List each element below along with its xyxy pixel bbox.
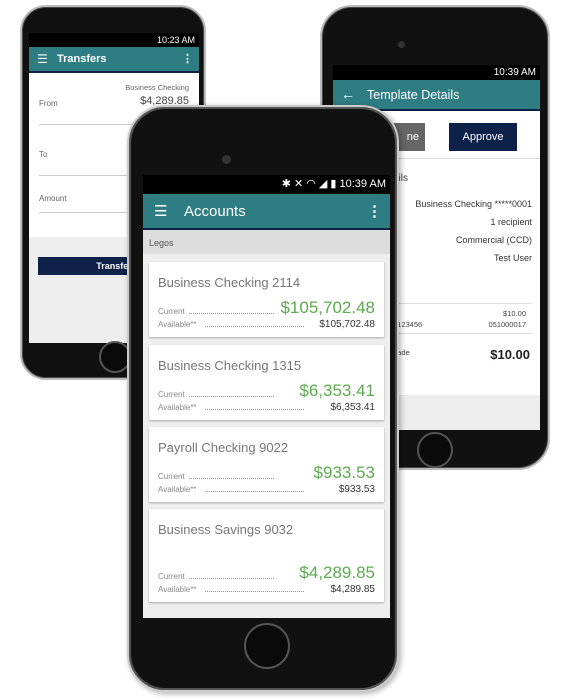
accounts-screen: ✱ ✕ ◠ ◢ ▮ 10:39 AM ☰ Accounts ⋮ Legos Bu… [143,175,390,618]
menu-icon[interactable]: ☰ [37,52,48,66]
dot-leader [189,478,274,479]
available-label: Available** [158,585,197,594]
detail-recipients: 1 recipient [490,217,532,227]
page-title: Accounts [184,203,246,220]
account-card[interactable]: Business Savings 9032 Current $4,289.85 … [149,509,384,602]
total-amount: $10.00 [490,347,530,362]
home-button[interactable] [244,623,290,669]
current-balance: $6,353.41 [299,381,375,400]
status-bar: 10:23 AM [29,33,199,47]
available-label: Available** [158,320,197,329]
account-card[interactable]: Business Checking 2114 Current $105,702.… [149,262,384,337]
status-bar: ✱ ✕ ◠ ◢ ▮ 10:39 AM [143,175,390,194]
recipient-amount: $10.00 [503,309,526,318]
phone-accounts: ✱ ✕ ◠ ◢ ▮ 10:39 AM ☰ Accounts ⋮ Legos Bu… [127,105,399,692]
current-balance: $105,702.48 [280,298,375,317]
dot-leader [189,578,274,579]
available-balance: $105,702.48 [319,319,375,330]
dot-leader [205,591,304,592]
app-header: ☰ Accounts ⋮ [143,194,390,230]
section-header: Legos [143,230,390,254]
status-time: 10:23 AM [156,35,195,45]
dot-leader [205,491,304,492]
page-title: Template Details [367,88,460,102]
current-label: Current [158,307,185,316]
back-arrow-icon[interactable]: ← [341,86,355,102]
amount-label[interactable]: Amount [39,194,67,203]
available-label: Available** [158,485,197,494]
more-icon[interactable]: ⋮ [367,202,382,220]
current-balance: $4,289.85 [299,563,375,582]
approve-button[interactable]: Approve [449,123,517,151]
account-name: Payroll Checking 9022 [158,440,289,455]
app-header: ☰ Transfers ⋮ [29,47,199,73]
detail-type: Commercial (CCD) [456,235,532,245]
dot-leader [189,396,274,397]
camera [398,41,405,48]
available-balance: $6,353.41 [330,402,376,413]
decline-label: ne [406,131,419,143]
detail-user: Test User [493,253,532,263]
account-card[interactable]: Business Checking 1315 Current $6,353.41… [149,345,384,420]
account-name: Business Checking 2114 [158,275,301,290]
current-balance: $933.53 [313,463,375,482]
menu-icon[interactable]: ☰ [154,202,167,220]
from-account[interactable]: Business Checking [125,83,189,92]
from-label: From [39,99,58,108]
current-label: Current [158,572,185,581]
section-title: Legos [149,238,174,248]
page-title: Transfers [57,53,107,65]
account-name: Business Checking 1315 [158,358,302,373]
available-label: Available** [158,403,197,412]
to-label[interactable]: To [39,150,47,159]
camera [222,155,231,164]
available-balance: $933.53 [338,484,375,495]
status-time: 10:39 AM [493,67,536,78]
more-icon[interactable]: ⋮ [182,52,193,65]
dot-leader [205,409,304,410]
account-name: Business Savings 9032 [158,522,294,537]
approve-label: Approve [462,131,504,143]
detail-account: Business Checking *****0001 [415,199,532,209]
dot-leader [205,326,304,327]
account-card[interactable]: Payroll Checking 9022 Current $933.53 Av… [149,427,384,502]
current-label: Current [158,472,185,481]
status-time: 10:39 AM [339,178,386,190]
status-bar: 10:39 AM [333,65,540,80]
dot-leader [189,313,274,314]
available-balance: $4,289.85 [330,584,376,595]
current-label: Current [158,390,185,399]
home-button[interactable] [417,432,453,468]
routing-number: 051000017 [488,320,526,329]
